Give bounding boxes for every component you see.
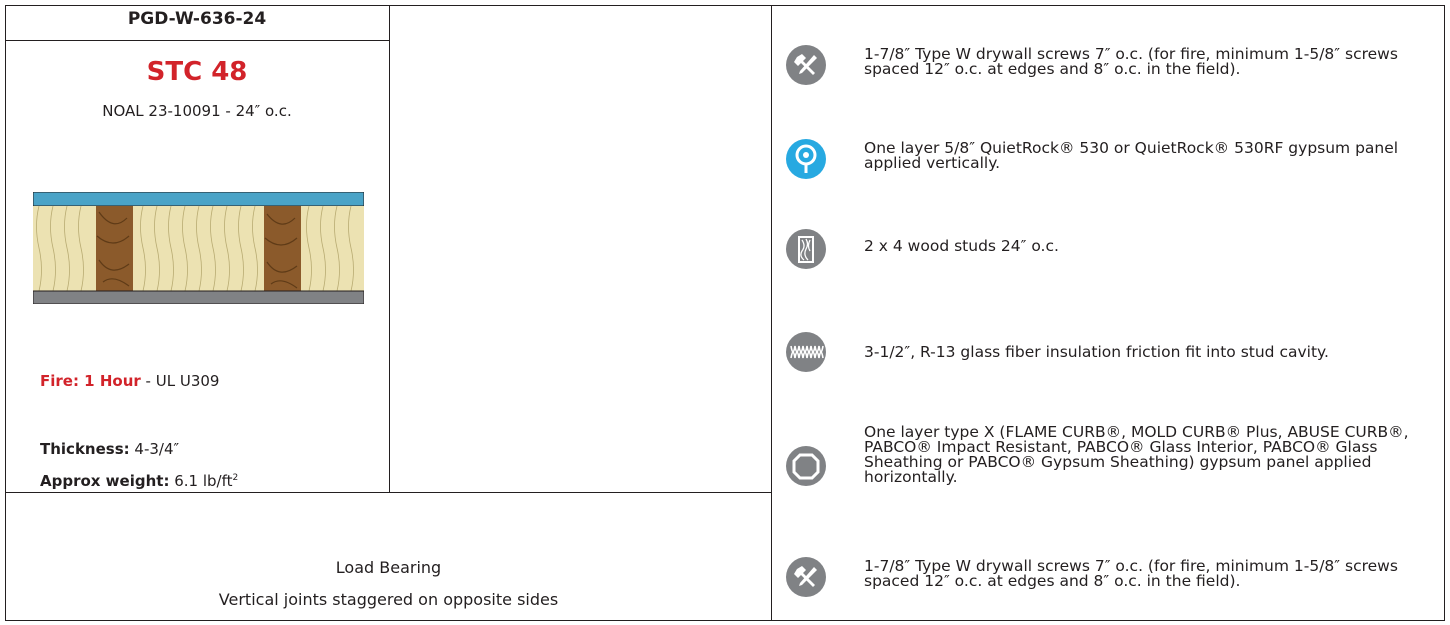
weight-value: 6.1 lb/ft xyxy=(169,472,233,490)
screw-tool-icon xyxy=(786,557,826,597)
component-text: 3-1/2″, R-13 glass fiber insulation fric… xyxy=(864,343,1329,361)
assembly-code: PGD-W-636-24 xyxy=(127,9,267,29)
assembly-table xyxy=(5,5,1445,621)
weight-unit-superscript: 2 xyxy=(232,473,239,483)
fire-rating-value: - UL U309 xyxy=(140,372,220,390)
fire-rating: Fire: 1 Hour - UL U309 xyxy=(40,372,219,390)
wood-stud-left xyxy=(96,206,133,291)
thickness-label: Thickness: xyxy=(40,440,130,458)
component-text: One layer type X (FLAME CURB®, MOLD CURB… xyxy=(864,423,1409,486)
gypsum-layer xyxy=(33,290,364,304)
fire-rating-label: Fire: 1 Hour xyxy=(40,372,141,390)
note-load-bearing: Load Bearing xyxy=(335,558,442,577)
component-text: 1-7/8″ Type W drywall screws 7″ o.c. (fo… xyxy=(864,557,1398,590)
approx-weight: Approx weight: 6.1 lb/ft2 xyxy=(40,472,238,490)
note-joints: Vertical joints staggered on opposite si… xyxy=(218,590,559,609)
quietrock-panel-icon xyxy=(786,139,826,179)
notes-row-divider xyxy=(5,492,771,493)
thickness: Thickness: 4-3/4″ xyxy=(40,440,179,458)
insulation-layer xyxy=(33,206,364,291)
wood-stud-icon xyxy=(786,229,826,269)
column-divider-1 xyxy=(389,5,390,493)
component-text: 1-7/8″ Type W drywall screws 7″ o.c. (fo… xyxy=(864,45,1398,78)
component-text: One layer 5/8″ QuietRock® 530 or QuietRo… xyxy=(864,139,1399,172)
weight-label: Approx weight: xyxy=(40,472,170,490)
wall-section-diagram xyxy=(33,192,364,304)
header-row-divider xyxy=(5,40,389,41)
component-text: 2 x 4 wood studs 24″ o.c. xyxy=(864,237,1059,255)
gypsum-panel-icon xyxy=(786,446,826,486)
insulation-icon xyxy=(786,332,826,372)
column-divider-2 xyxy=(771,5,772,621)
stc-rating: STC 48 xyxy=(146,57,248,87)
screw-tool-icon xyxy=(786,45,826,85)
wood-stud-right xyxy=(264,206,301,291)
quietrock-layer xyxy=(33,192,364,207)
thickness-value: 4-3/4″ xyxy=(129,440,180,458)
test-reference: NOAL 23-10091 - 24″ o.c. xyxy=(102,102,292,120)
